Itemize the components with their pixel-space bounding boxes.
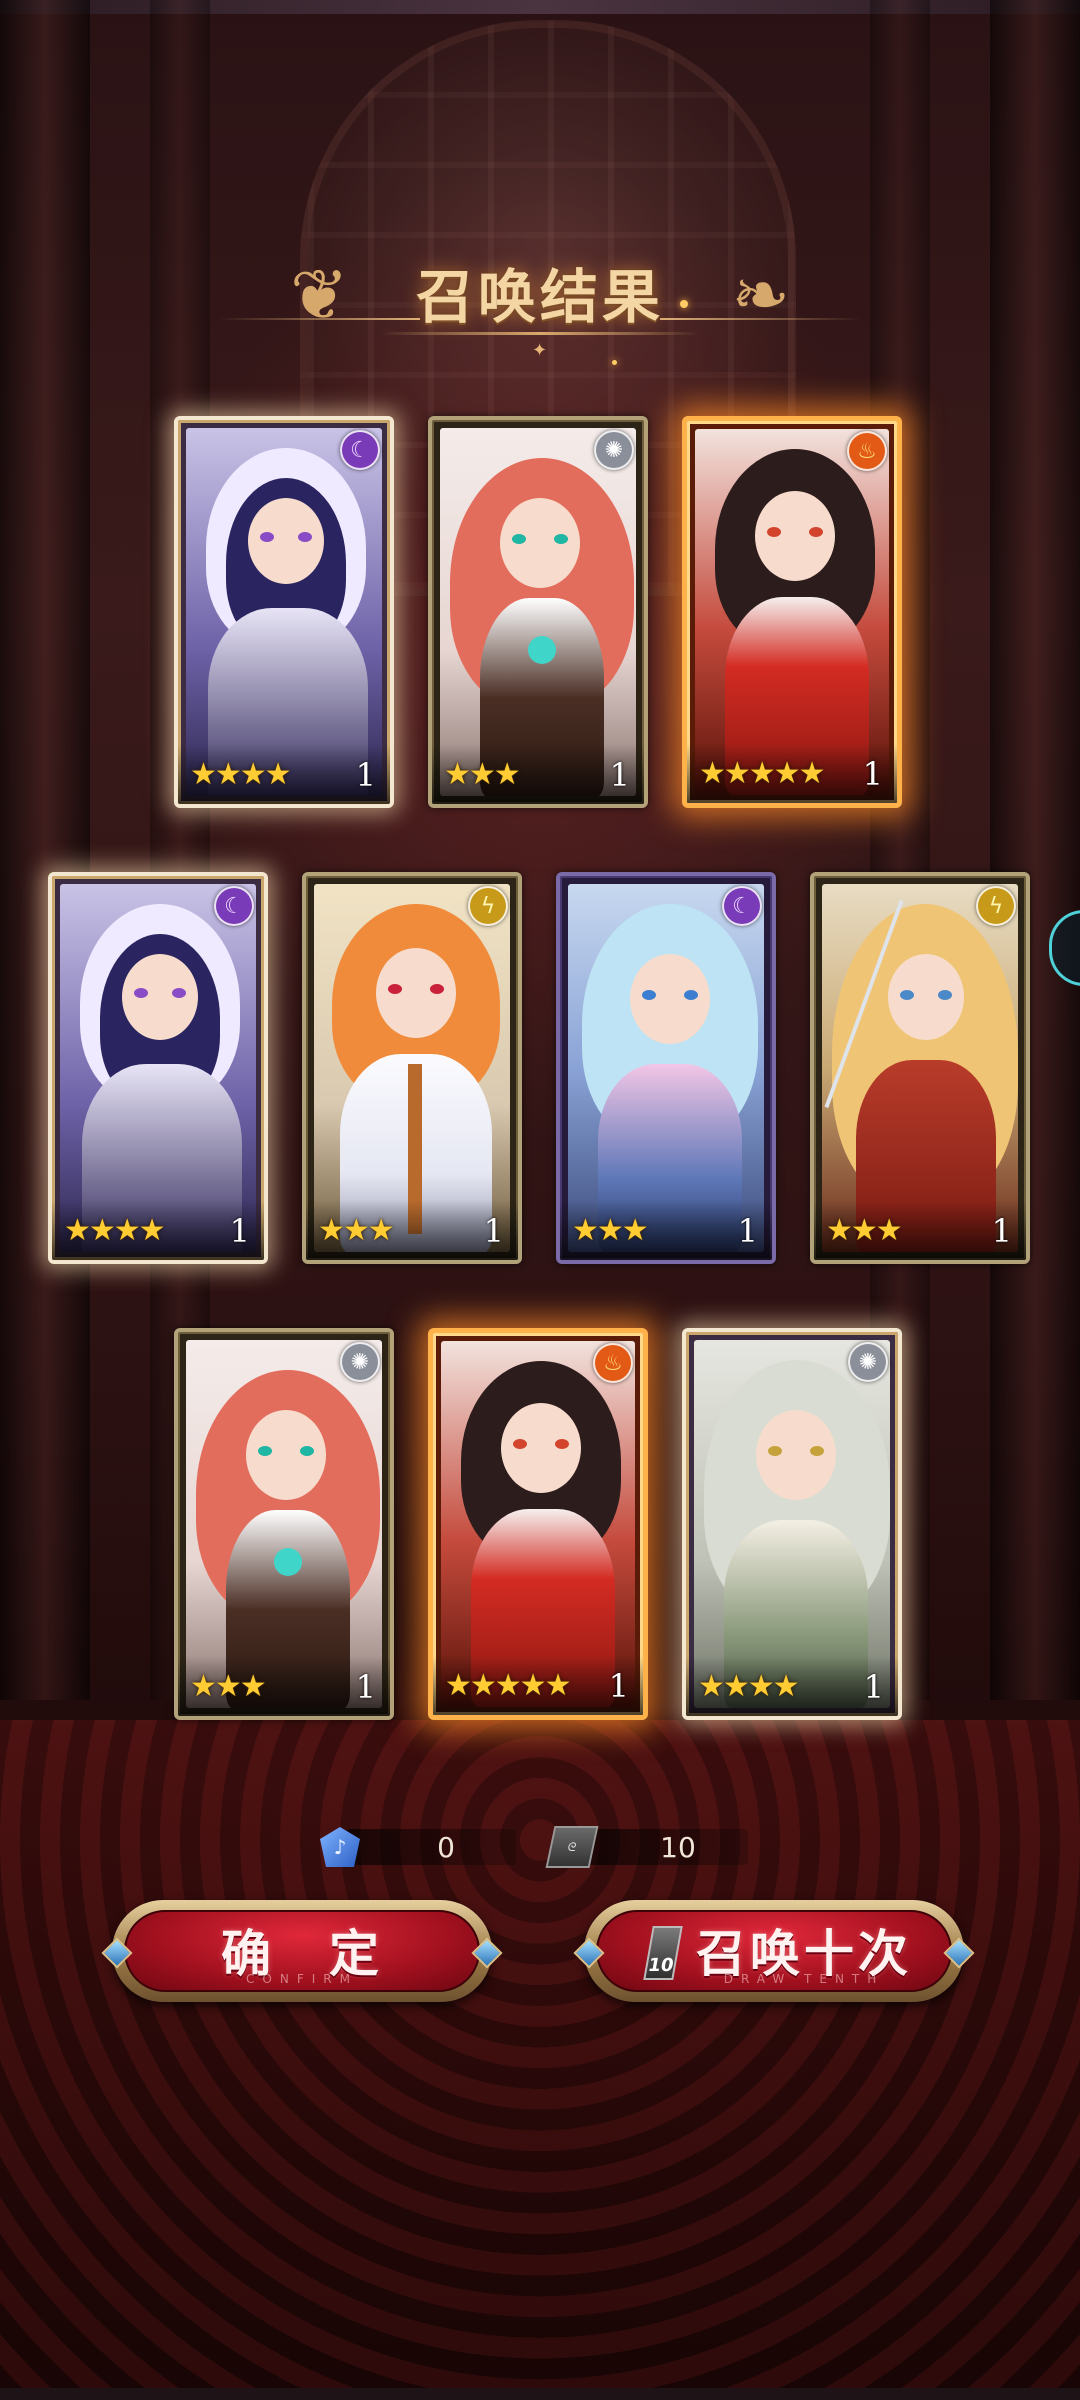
card-count: 1	[483, 1212, 504, 1250]
card-count: 1	[608, 1667, 629, 1705]
card-art	[568, 884, 764, 1252]
draw-ten-sublabel: DRAW TENTH	[723, 1972, 885, 1986]
card-art	[186, 428, 382, 796]
result-card[interactable]: ϟ ★★★ 1	[810, 872, 1030, 1264]
card-art	[314, 884, 510, 1252]
character-eyes	[768, 1446, 824, 1456]
card-art	[60, 884, 256, 1252]
ticket-count: 10	[660, 1831, 696, 1864]
confirm-button[interactable]: 确 定 CONFIRM	[101, 1900, 503, 2002]
card-count: 1	[863, 1668, 884, 1706]
pillar-decoration	[0, 0, 90, 1700]
pillar-decoration	[990, 0, 1080, 1700]
fire-icon: ♨	[593, 1343, 633, 1383]
title-underline	[380, 332, 700, 335]
carpet-floor	[0, 1720, 1080, 2400]
gem-brooch-icon	[274, 1548, 302, 1576]
star-rating: ★★★★	[698, 1669, 800, 1704]
card-art	[186, 1340, 382, 1708]
dark-moon-icon: ☾	[340, 430, 380, 470]
star-rating: ★★★★	[190, 757, 292, 792]
draw-ten-button[interactable]: 10 召唤十次 DRAW TENTH	[573, 1900, 975, 2002]
sparkle-icon	[680, 300, 688, 308]
counter-icon-wrap: ♪	[316, 1825, 364, 1869]
card-count: 1	[355, 756, 376, 794]
card-art	[695, 429, 889, 795]
card-count: 1	[991, 1212, 1012, 1250]
star-rating: ★★★	[318, 1213, 395, 1248]
dark-moon-icon: ☾	[214, 886, 254, 926]
result-card[interactable]: ϟ ★★★ 1	[302, 872, 522, 1264]
result-card[interactable]: ☾ ★★★ 1	[556, 872, 776, 1264]
ticket-counter: ᘓ 10	[545, 1825, 748, 1869]
result-card[interactable]: ☾ ★★★★ 1	[174, 416, 394, 808]
fire-icon: ♨	[847, 431, 887, 471]
card-count: 1	[355, 1668, 376, 1706]
result-card[interactable]: ✺ ★★★ 1	[428, 416, 648, 808]
summon-ticket-icon: ᘓ	[545, 1826, 599, 1868]
gem-brooch-icon	[528, 636, 556, 664]
character-eyes	[388, 984, 444, 994]
star-rating: ★★★★★	[699, 756, 825, 791]
gem-count: 0	[437, 1831, 455, 1864]
light-sun-icon: ✺	[848, 1342, 888, 1382]
summon-result-screen: ❦ ❧ 召唤结果 ✦ ☾ ★★★★ 1 ✺ ★★★ 1 ♨ ★★★★★ 1 ☾ …	[0, 0, 1080, 2400]
light-sun-icon: ✺	[594, 430, 634, 470]
result-card[interactable]: ☾ ★★★★ 1	[48, 872, 268, 1264]
counter-icon-wrap: ᘓ	[545, 1825, 599, 1869]
light-sun-icon: ✺	[340, 1342, 380, 1382]
thunder-icon: ϟ	[468, 886, 508, 926]
card-count: 1	[609, 756, 630, 794]
result-card[interactable]: ✺ ★★★★ 1	[682, 1328, 902, 1720]
card-art	[822, 884, 1018, 1252]
title-banner: ❦ ❧ 召唤结果 ✦	[220, 250, 860, 370]
blue-gem-icon: ♪	[320, 1827, 360, 1867]
confirm-sublabel: CONFIRM	[246, 1972, 358, 1986]
character-eyes	[900, 990, 952, 1000]
thunder-icon: ϟ	[976, 886, 1016, 926]
character-eyes	[642, 990, 698, 1000]
bottom-bar	[0, 2388, 1080, 2400]
star-rating: ★★★	[444, 757, 521, 792]
dark-moon-icon: ☾	[722, 886, 762, 926]
card-count: 1	[862, 755, 883, 793]
card-count: 1	[737, 1212, 758, 1250]
character-eyes	[260, 532, 312, 542]
star-rating: ★★★	[190, 1669, 267, 1704]
star-rating: ★★★★★	[445, 1668, 571, 1703]
page-title: 召唤结果	[415, 263, 664, 331]
result-card[interactable]: ♨ ★★★★★ 1	[682, 416, 902, 808]
gem-counter: ♪ 0	[316, 1825, 516, 1869]
card-art	[440, 428, 636, 796]
result-card[interactable]: ✺ ★★★ 1	[174, 1328, 394, 1720]
star-rating: ★★★★	[64, 1213, 166, 1248]
card-art	[694, 1340, 890, 1708]
card-count: 1	[229, 1212, 250, 1250]
star-rating: ★★★	[826, 1213, 903, 1248]
star-rating: ★★★	[572, 1213, 649, 1248]
character-eyes	[258, 1446, 314, 1456]
result-card[interactable]: ♨ ★★★★★ 1	[428, 1328, 648, 1720]
character-eyes	[512, 534, 568, 544]
sparkle-icon	[612, 360, 617, 365]
card-art	[441, 1341, 635, 1707]
title-ornament-icon: ✦	[532, 340, 548, 361]
character-eyes	[513, 1439, 569, 1449]
character-eyes	[767, 527, 823, 537]
character-eyes	[134, 988, 186, 998]
